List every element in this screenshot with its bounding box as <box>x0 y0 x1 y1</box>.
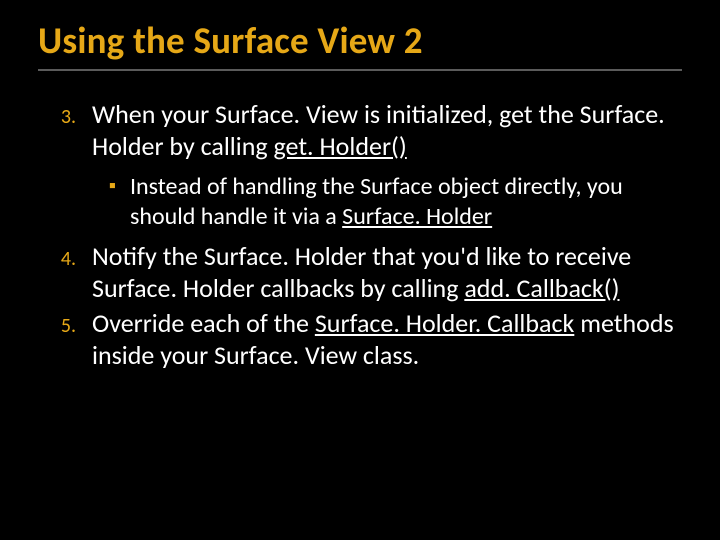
link-text: Surface. Holder <box>342 202 492 231</box>
square-bullet-icon: ▪ <box>38 172 130 231</box>
slide-content: 3. When your Surface. View is initialize… <box>38 99 682 372</box>
slide: Using the Surface View 2 3. When your Su… <box>0 0 720 540</box>
list-text: Notify the Surface. Holder that you'd li… <box>92 241 682 304</box>
sub-list-item: ▪ Instead of handling the Surface object… <box>38 172 682 231</box>
slide-title: Using the Surface View 2 <box>38 18 682 71</box>
link-text: Surface. Holder. Callback <box>315 307 574 339</box>
link-text: add. Callback() <box>464 272 619 304</box>
list-item: 4. Notify the Surface. Holder that you'd… <box>38 241 682 304</box>
list-number: 3. <box>38 99 92 162</box>
list-number: 5. <box>38 308 92 371</box>
list-item: 3. When your Surface. View is initialize… <box>38 99 682 162</box>
list-number: 4. <box>38 241 92 304</box>
list-text: When your Surface. View is initialized, … <box>92 99 682 162</box>
list-item: 5. Override each of the Surface. Holder.… <box>38 308 682 371</box>
sub-list-text: Instead of handling the Surface object d… <box>130 172 682 231</box>
link-text: get. Holder() <box>274 130 407 162</box>
text-run: Override each of the <box>92 307 315 339</box>
list-text: Override each of the Surface. Holder. Ca… <box>92 308 682 371</box>
